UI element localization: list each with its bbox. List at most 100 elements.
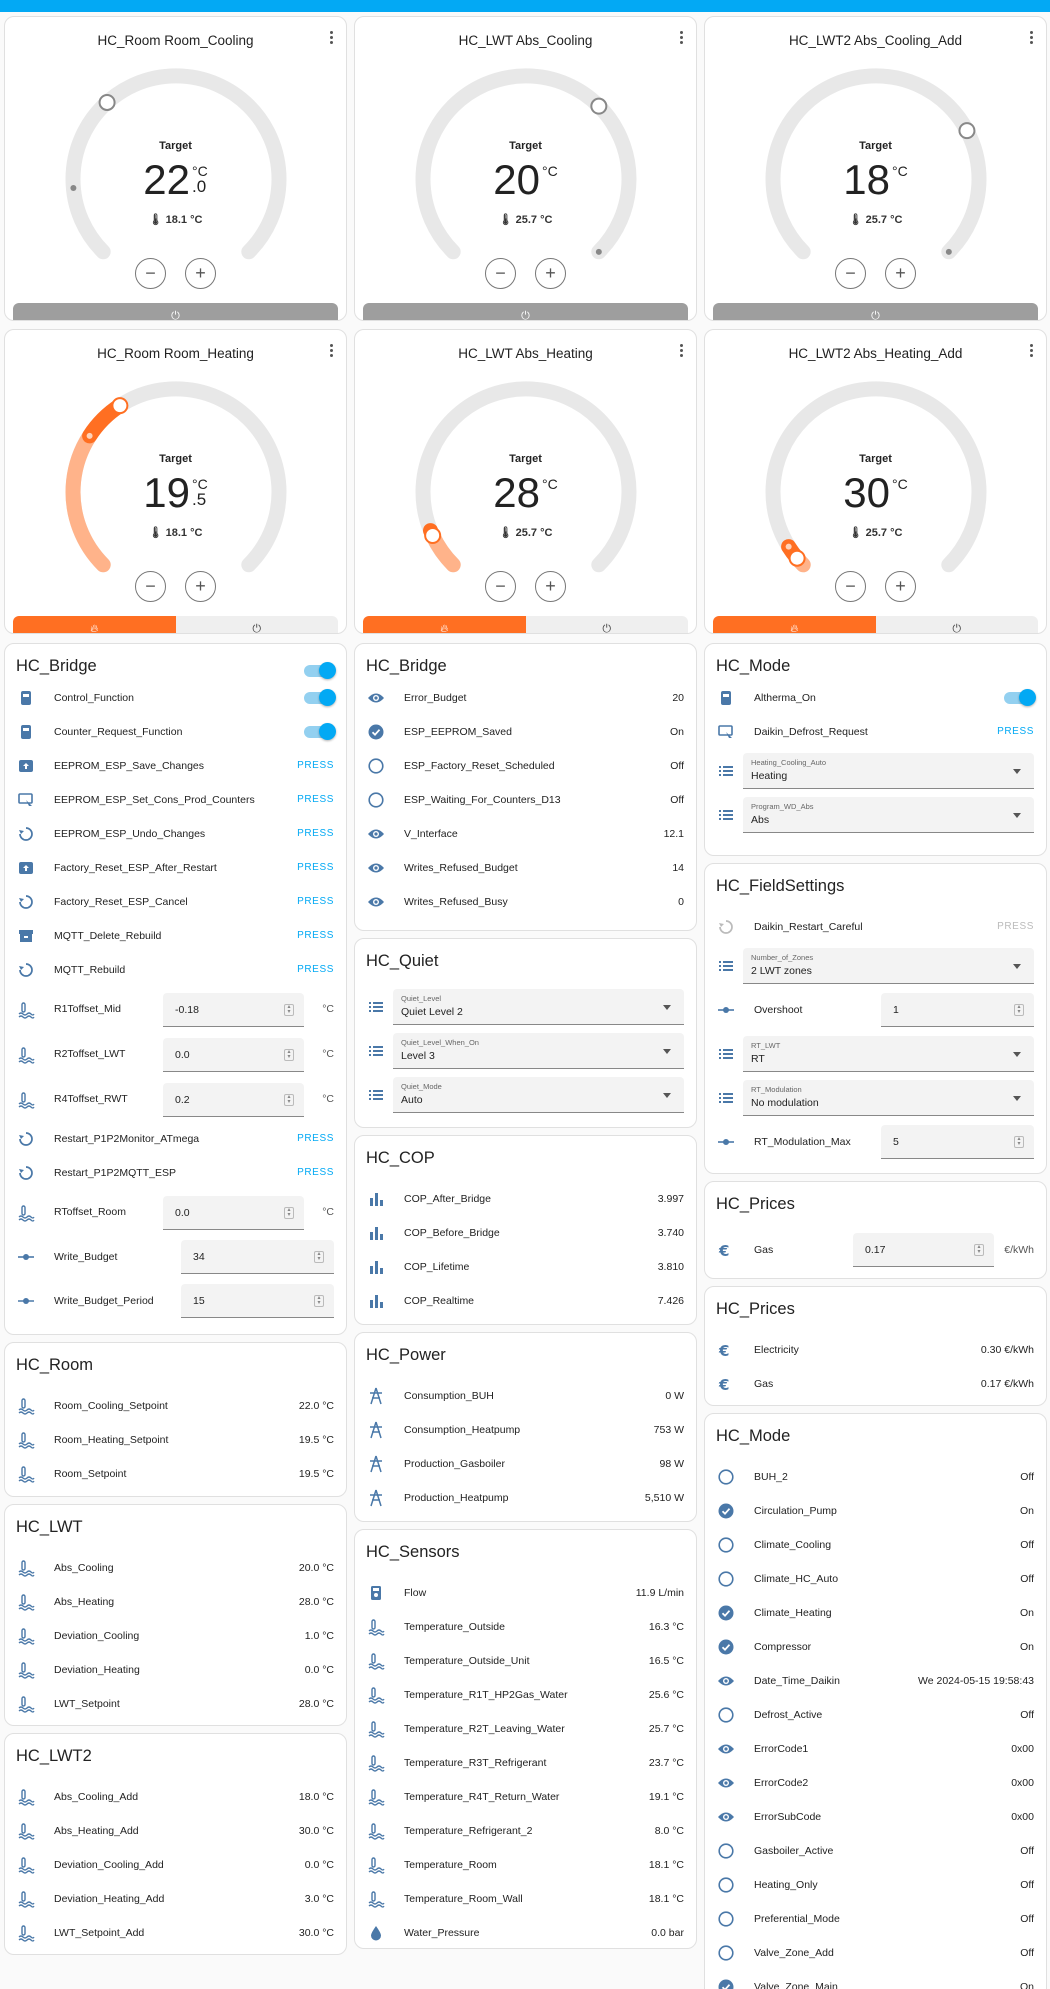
more-options-icon[interactable] (1026, 342, 1036, 362)
increase-button[interactable]: + (885, 258, 916, 289)
increase-button[interactable]: + (185, 258, 216, 289)
entity-row-gas[interactable]: € Gas 0.17 ▴ ▾ €/kWh (705, 1228, 1046, 1272)
entity-row-factory-reset-esp-cancel[interactable]: Factory_Reset_ESP_Cancel PRESS (5, 885, 346, 919)
entity-row-heating-cooling-auto[interactable]: Heating_Cooling_Auto Heating (705, 749, 1046, 793)
number-input-gas[interactable]: 0.17 ▴ ▾ (853, 1233, 994, 1267)
entity-row-restart-p1p2mqtt-esp[interactable]: Restart_P1P2MQTT_ESP PRESS (5, 1156, 346, 1190)
mode-off-button[interactable]: ⏻ (175, 616, 338, 633)
number-input-r4toffset-rwt[interactable]: 0.2 ▴ ▾ (163, 1083, 304, 1117)
toggle-switch[interactable] (1004, 689, 1036, 706)
number-input-rt-modulation-max[interactable]: 5 ▴ ▾ (881, 1125, 1034, 1159)
mode-off-button[interactable]: ⏻ (713, 303, 1038, 320)
entity-row-mqtt-delete-rebuild[interactable]: MQTT_Delete_Rebuild PRESS (5, 919, 346, 953)
increase-button[interactable]: + (535, 258, 566, 289)
number-input-rtoffset-room[interactable]: 0.0 ▴ ▾ (163, 1196, 304, 1230)
entity-row-quiet-level-when-on[interactable]: Quiet_Level_When_On Level 3 (355, 1029, 696, 1073)
number-input-r2toffset-lwt[interactable]: 0.0 ▴ ▾ (163, 1038, 304, 1072)
toggle-switch[interactable] (304, 723, 336, 740)
entity-row-eeprom-esp-save-changes[interactable]: EEPROM_ESP_Save_Changes PRESS (5, 749, 346, 783)
entity-row-program-wd-abs[interactable]: Program_WD_Abs Abs (705, 793, 1046, 837)
more-options-icon[interactable] (676, 342, 686, 362)
entity-row-eeprom-esp-set-cons-prod-counters[interactable]: EEPROM_ESP_Set_Cons_Prod_Counters PRESS (5, 783, 346, 817)
increase-button[interactable]: + (185, 571, 216, 602)
mode-heat-button[interactable]: 🔥︎ (13, 616, 176, 633)
press-button[interactable]: PRESS (297, 862, 334, 873)
decrease-button[interactable]: − (135, 258, 166, 289)
spinner-icon[interactable]: ▴ ▾ (284, 1207, 294, 1219)
press-button[interactable]: PRESS (297, 1133, 334, 1144)
decrease-button[interactable]: − (835, 571, 866, 602)
entity-row-quiet-mode[interactable]: Quiet_Mode Auto (355, 1073, 696, 1117)
number-input-write-budget[interactable]: 34 ▴ ▾ (181, 1240, 334, 1274)
entity-row-mqtt-rebuild[interactable]: MQTT_Rebuild PRESS (5, 953, 346, 987)
entity-row-eeprom-esp-undo-changes[interactable]: EEPROM_ESP_Undo_Changes PRESS (5, 817, 346, 851)
spinner-icon[interactable]: ▴ ▾ (284, 1094, 294, 1106)
select-number-of-zones[interactable]: Number_of_Zones 2 LWT zones (743, 948, 1034, 984)
press-button[interactable]: PRESS (297, 828, 334, 839)
press-button[interactable]: PRESS (297, 896, 334, 907)
entity-row-counter-request-function[interactable]: Counter_Request_Function (5, 715, 346, 749)
entity-row-r1toffset-mid[interactable]: R1Toffset_Mid -0.18 ▴ ▾ °C (5, 987, 346, 1032)
spinner-icon[interactable]: ▴ ▾ (1014, 1136, 1024, 1148)
entity-row-control-function[interactable]: Control_Function (5, 681, 346, 715)
press-button[interactable]: PRESS (997, 921, 1034, 932)
mode-off-button[interactable]: ⏻ (13, 303, 338, 320)
select-program-wd-abs[interactable]: Program_WD_Abs Abs (743, 797, 1034, 833)
more-options-icon[interactable] (326, 29, 336, 49)
decrease-button[interactable]: − (485, 258, 516, 289)
entity-row-overshoot[interactable]: Overshoot 1 ▴ ▾ (705, 988, 1046, 1032)
spinner-icon[interactable]: ▴ ▾ (284, 1049, 294, 1061)
entity-row-rtoffset-room[interactable]: RToffset_Room 0.0 ▴ ▾ °C (5, 1190, 346, 1235)
select-heating-cooling-auto[interactable]: Heating_Cooling_Auto Heating (743, 753, 1034, 789)
press-button[interactable]: PRESS (297, 794, 334, 805)
spinner-icon[interactable]: ▴ ▾ (284, 1004, 294, 1016)
press-button[interactable]: PRESS (297, 760, 334, 771)
decrease-button[interactable]: − (135, 571, 166, 602)
mode-off-button[interactable]: ⏻ (363, 303, 688, 320)
entity-row-r2toffset-lwt[interactable]: R2Toffset_LWT 0.0 ▴ ▾ °C (5, 1032, 346, 1077)
header-toggle[interactable] (304, 662, 336, 679)
entity-row-rt-modulation[interactable]: RT_Modulation No modulation (705, 1076, 1046, 1120)
entity-row-r4toffset-rwt[interactable]: R4Toffset_RWT 0.2 ▴ ▾ °C (5, 1077, 346, 1122)
press-button[interactable]: PRESS (297, 930, 334, 941)
spinner-icon[interactable]: ▴ ▾ (974, 1244, 984, 1256)
entity-row-write-budget-period[interactable]: Write_Budget_Period 15 ▴ ▾ (5, 1279, 346, 1323)
select-rt-modulation[interactable]: RT_Modulation No modulation (743, 1080, 1034, 1116)
decrease-button[interactable]: − (835, 258, 866, 289)
card-title: HC_Bridge (366, 657, 447, 675)
press-button[interactable]: PRESS (297, 964, 334, 975)
number-input-r1toffset-mid[interactable]: -0.18 ▴ ▾ (163, 993, 304, 1027)
entity-row-restart-p1p2monitor-atmega[interactable]: Restart_P1P2Monitor_ATmega PRESS (5, 1122, 346, 1156)
spinner-icon[interactable]: ▴ ▾ (314, 1251, 324, 1263)
select-quiet-level-when-on[interactable]: Quiet_Level_When_On Level 3 (393, 1033, 684, 1069)
press-button[interactable]: PRESS (997, 726, 1034, 737)
entity-row-rt-lwt[interactable]: RT_LWT RT (705, 1032, 1046, 1076)
mode-off-button[interactable]: ⏻ (525, 616, 688, 633)
more-options-icon[interactable] (1026, 29, 1036, 49)
increase-button[interactable]: + (535, 571, 566, 602)
select-quiet-mode[interactable]: Quiet_Mode Auto (393, 1077, 684, 1113)
number-input-write-budget-period[interactable]: 15 ▴ ▾ (181, 1284, 334, 1318)
number-input-overshoot[interactable]: 1 ▴ ▾ (881, 993, 1034, 1027)
select-quiet-level[interactable]: Quiet_Level Quiet Level 2 (393, 989, 684, 1025)
more-options-icon[interactable] (676, 29, 686, 49)
press-button[interactable]: PRESS (297, 1167, 334, 1178)
spinner-icon[interactable]: ▴ ▾ (314, 1295, 324, 1307)
entity-row-rt-modulation-max[interactable]: RT_Modulation_Max 5 ▴ ▾ (705, 1120, 1046, 1164)
entity-row-daikin-restart-careful[interactable]: Daikin_Restart_Careful PRESS (705, 910, 1046, 944)
toggle-switch[interactable] (304, 689, 336, 706)
entity-row-number-of-zones[interactable]: Number_of_Zones 2 LWT zones (705, 944, 1046, 988)
mode-heat-button[interactable]: 🔥︎ (363, 616, 526, 633)
mode-off-button[interactable]: ⏻ (875, 616, 1038, 633)
entity-row-daikin-defrost-request[interactable]: Daikin_Defrost_Request PRESS (705, 715, 1046, 749)
spinner-icon[interactable]: ▴ ▾ (1014, 1004, 1024, 1016)
entity-row-quiet-level[interactable]: Quiet_Level Quiet Level 2 (355, 985, 696, 1029)
increase-button[interactable]: + (885, 571, 916, 602)
more-options-icon[interactable] (326, 342, 336, 362)
entity-row-write-budget[interactable]: Write_Budget 34 ▴ ▾ (5, 1235, 346, 1279)
entity-row-factory-reset-esp-after-restart[interactable]: Factory_Reset_ESP_After_Restart PRESS (5, 851, 346, 885)
select-rt-lwt[interactable]: RT_LWT RT (743, 1036, 1034, 1072)
mode-heat-button[interactable]: 🔥︎ (713, 616, 876, 633)
entity-row-altherma-on[interactable]: Altherma_On (705, 681, 1046, 715)
decrease-button[interactable]: − (485, 571, 516, 602)
